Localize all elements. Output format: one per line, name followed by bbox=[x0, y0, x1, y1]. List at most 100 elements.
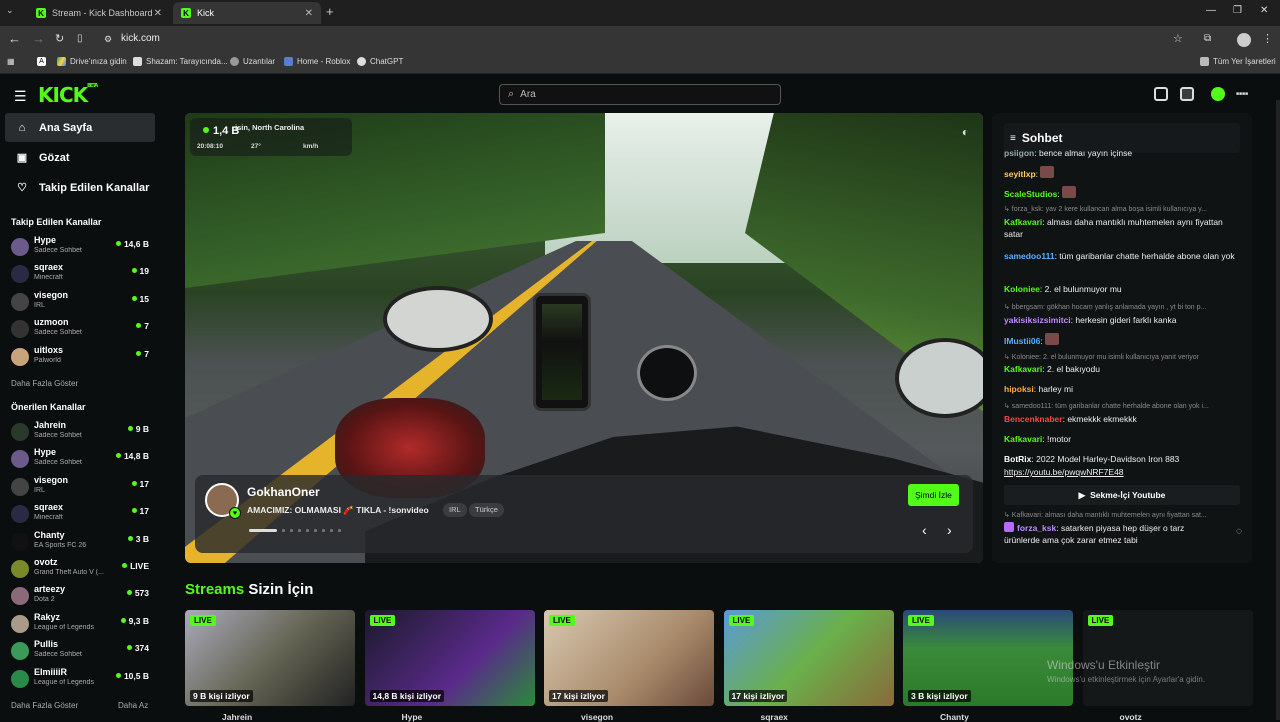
streamer-avatar[interactable]: ♥ bbox=[205, 483, 241, 519]
channel-viewers: 19 bbox=[132, 266, 149, 276]
bookmark-roblox[interactable]: Home - Roblox bbox=[284, 57, 350, 66]
hamburger-menu-icon[interactable]: ☰ bbox=[14, 88, 27, 105]
stream-viewers: 9 B kişi izliyor bbox=[190, 690, 253, 702]
channel-item[interactable]: Hype Sadece Sohbet 14,6 B bbox=[11, 234, 151, 260]
chat-link[interactable]: https://youtu.be/pwqwNRF7E48 bbox=[1004, 466, 1244, 478]
stream-card[interactable]: LIVE 14,8 B kişi izliyor bbox=[364, 610, 535, 706]
channel-item[interactable]: sqraex Minecraft 17 bbox=[11, 501, 151, 527]
chat-username[interactable]: samedoo111 bbox=[1004, 251, 1055, 261]
back-icon[interactable]: ← bbox=[8, 31, 21, 46]
chat-username[interactable]: yakisiksizsimitci bbox=[1004, 315, 1071, 325]
stream-card-name[interactable]: Jahrein bbox=[222, 712, 252, 722]
kick-logo[interactable]: KICKBETA bbox=[38, 83, 98, 107]
tag-irl[interactable]: IRL bbox=[443, 503, 467, 517]
channel-item[interactable]: Hype Sadece Sohbet 14,8 B bbox=[11, 446, 151, 472]
channel-item[interactable]: EImiiiiR League of Legends 10,5 B bbox=[11, 666, 151, 692]
mute-icon[interactable]: ◐ bbox=[962, 125, 969, 139]
show-more-recommended[interactable]: Daha Fazla Göster bbox=[11, 701, 78, 710]
sidebar-item-following[interactable]: ♡ Takip Edilen Kanallar bbox=[5, 173, 155, 202]
layout-icon[interactable] bbox=[1180, 87, 1194, 101]
apps-icon[interactable]: ▦ bbox=[7, 57, 15, 66]
channel-item[interactable]: sqraex Minecraft 19 bbox=[11, 261, 151, 287]
chat-username[interactable]: Kafkavari bbox=[1004, 364, 1042, 374]
tab-kick[interactable]: K Kick ✕ bbox=[173, 2, 321, 24]
new-tab-button[interactable]: + bbox=[326, 4, 334, 19]
sidebar-item-home[interactable]: ⌂ Ana Sayfa bbox=[5, 113, 155, 142]
url-field[interactable]: kick.com bbox=[121, 33, 160, 44]
channel-category: Minecraft bbox=[34, 274, 63, 282]
stream-card-name[interactable]: Hype bbox=[402, 712, 423, 722]
chat-username[interactable]: BotRix bbox=[1004, 454, 1031, 464]
channel-name: EImiiiiR bbox=[34, 666, 68, 677]
carousel-prev-icon[interactable]: ‹ bbox=[922, 522, 927, 538]
channel-item[interactable]: uitloxs Palworld 7 bbox=[11, 344, 151, 370]
inline-youtube-button[interactable]: ▶ Sekme-İçi Youtube bbox=[1004, 485, 1240, 505]
reload-icon[interactable]: ↻ bbox=[55, 32, 64, 45]
chat-username[interactable]: ScaleStudios bbox=[1004, 189, 1057, 199]
chat-username[interactable]: Kafkavari bbox=[1004, 434, 1042, 444]
site-info-icon[interactable]: ⚙ bbox=[104, 34, 112, 45]
carousel-next-icon[interactable]: › bbox=[947, 522, 952, 538]
kick-coin-icon[interactable] bbox=[1211, 87, 1225, 101]
featured-stream-player[interactable]: 1,4 B isin, North Carolina 20:08:10 27° … bbox=[185, 113, 983, 563]
stream-card[interactable]: LIVE 17 kişi izliyor bbox=[544, 610, 714, 706]
channel-item[interactable]: visegon IRL 15 bbox=[11, 289, 151, 315]
chat-username[interactable]: hipoksi bbox=[1004, 384, 1034, 394]
channel-item[interactable]: Jahrein Sadece Sohbet 9 B bbox=[11, 419, 151, 445]
channel-item[interactable]: uzmoon Sadece Sohbet 7 bbox=[11, 316, 151, 342]
minimize-icon[interactable]: — bbox=[1206, 5, 1216, 16]
chat-username[interactable]: forza_ksk bbox=[1017, 523, 1056, 533]
channel-item[interactable]: visegon IRL 17 bbox=[11, 474, 151, 500]
bookmark-shazam[interactable]: Shazam: Tarayıcında... bbox=[133, 57, 228, 66]
streamer-name[interactable]: GokhanOner bbox=[247, 485, 320, 499]
channel-item[interactable]: Chanty EA Sports FC 26 3 B bbox=[11, 529, 151, 555]
chat-menu-icon[interactable]: ≡ bbox=[1010, 133, 1016, 144]
show-less-recommended[interactable]: Daha Az bbox=[118, 701, 148, 710]
tab-kick-dashboard[interactable]: K Stream - Kick Dashboard ✕ bbox=[28, 2, 170, 24]
channel-item[interactable]: ovotz Grand Theft Auto V (... LIVE bbox=[11, 556, 151, 582]
chat-username[interactable]: IMustii06 bbox=[1004, 336, 1040, 346]
tag-turkish[interactable]: Türkçe bbox=[469, 503, 504, 517]
chat-username[interactable]: psiigon bbox=[1004, 148, 1034, 158]
chat-username[interactable]: Koloniee bbox=[1004, 284, 1040, 294]
bookmark-extensions[interactable]: Uzantılar bbox=[230, 57, 275, 66]
theater-mode-icon[interactable] bbox=[1154, 87, 1168, 101]
bookmark-a[interactable]: A bbox=[37, 57, 50, 66]
stream-card-name[interactable]: Chanty bbox=[940, 712, 969, 722]
search-input[interactable]: ⌕ Ara bbox=[499, 84, 781, 105]
forward-icon[interactable]: → bbox=[32, 31, 45, 46]
stream-card[interactable]: LIVE 17 kişi izliyor bbox=[723, 610, 894, 706]
chat-username[interactable]: Kafkavari bbox=[1004, 217, 1042, 227]
carousel-indicators[interactable] bbox=[249, 529, 346, 532]
channel-category: Grand Theft Auto V (... bbox=[34, 569, 104, 576]
bookmark-drive[interactable]: Drive'ınıza gidin bbox=[57, 57, 127, 66]
close-window-icon[interactable]: ✕ bbox=[1260, 5, 1268, 16]
bookmark-chatgpt[interactable]: ChatGPT bbox=[357, 57, 403, 66]
sidebar-item-browse[interactable]: ▣ Gözat bbox=[5, 143, 155, 172]
show-more-followed[interactable]: Daha Fazla Göster bbox=[11, 379, 78, 388]
stream-card-name[interactable]: ovotz bbox=[1120, 712, 1142, 722]
close-tab-icon[interactable]: ✕ bbox=[305, 8, 313, 19]
bookmark-star-icon[interactable]: ☆ bbox=[1173, 32, 1183, 45]
windows-activation-subtitle: Windows'u etkinleştirmek için Ayarlar'a … bbox=[1047, 675, 1206, 684]
chat-username[interactable]: Bencenknaber bbox=[1004, 414, 1063, 424]
channel-item[interactable]: arteezy Dota 2 573 bbox=[11, 583, 151, 609]
stream-card-name[interactable]: visegon bbox=[581, 712, 613, 722]
chat-reply-ref: ↳ bbergsam: gökhan hocam yanlış anlamada… bbox=[1004, 304, 1207, 311]
stream-card-name[interactable]: sqraex bbox=[761, 712, 788, 722]
stream-card[interactable]: LIVE 9 B kişi izliyor bbox=[185, 610, 355, 706]
channel-item[interactable]: Pullis Sadece Sohbet 374 bbox=[11, 638, 151, 664]
profile-avatar[interactable] bbox=[1237, 33, 1251, 47]
side-panel-icon[interactable]: ▯ bbox=[77, 33, 83, 44]
channel-item[interactable]: Rakyz League of Legends 9,3 B bbox=[11, 611, 151, 637]
extensions-icon[interactable]: ⧉ bbox=[1204, 33, 1211, 44]
user-profile-icon[interactable]: ■■■■ bbox=[1236, 91, 1254, 105]
watch-now-button[interactable]: Şimdi İzle bbox=[908, 484, 959, 506]
page-scrollbar[interactable] bbox=[1276, 100, 1280, 720]
menu-icon[interactable]: ⋮ bbox=[1262, 32, 1273, 45]
maximize-icon[interactable]: ❐ bbox=[1233, 5, 1242, 16]
close-tab-icon[interactable]: ✕ bbox=[154, 8, 162, 19]
chat-username[interactable]: seyitlxp bbox=[1004, 169, 1036, 179]
tab-search-icon[interactable]: ⌄ bbox=[6, 5, 14, 16]
all-bookmarks[interactable]: Tüm Yer İşaretleri bbox=[1200, 57, 1276, 66]
